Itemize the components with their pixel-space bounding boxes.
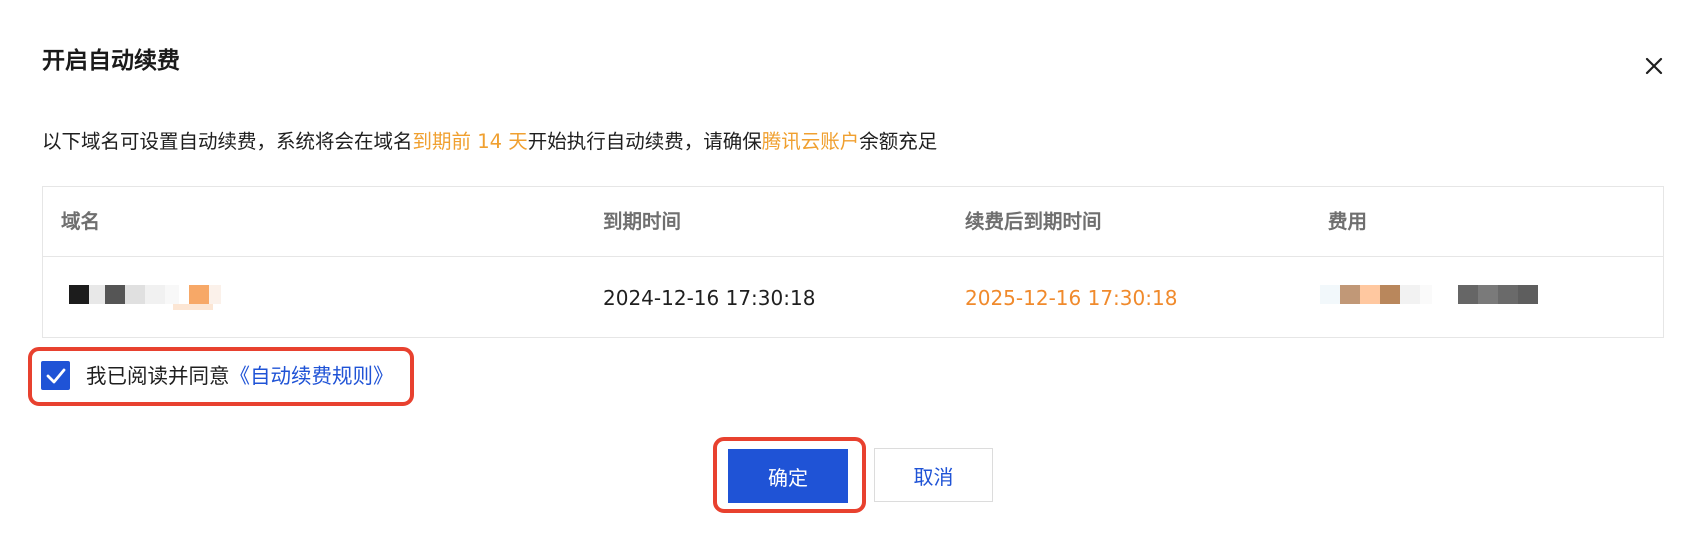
- agreement-label: 我已阅读并同意《自动续费规则》: [86, 359, 394, 393]
- agreement-text: 我已阅读并同意: [86, 364, 230, 388]
- auto-renew-dialog: 开启自动续费 以下域名可设置自动续费，系统将会在域名到期前 14 天开始执行自动…: [0, 0, 1702, 542]
- column-header-domain: 域名: [61, 210, 101, 233]
- domain-table: 域名 到期时间 续费后到期时间 费用 2024-12-16 17:30:18 2…: [42, 186, 1664, 338]
- column-header-renewed-expire-time: 续费后到期时间: [965, 210, 1102, 233]
- column-header-expire-time: 到期时间: [603, 210, 682, 233]
- column-header-fee: 费用: [1328, 210, 1368, 233]
- description-highlight-days: 到期前 14 天: [412, 130, 528, 153]
- check-icon: [46, 368, 65, 383]
- close-icon: [1645, 57, 1663, 75]
- confirm-button[interactable]: 确定: [728, 449, 848, 503]
- description-text-1: 以下域名可设置自动续费，系统将会在域名: [42, 130, 413, 153]
- cancel-button[interactable]: 取消: [874, 448, 993, 502]
- description-text-3: 余额充足: [859, 130, 938, 153]
- renewal-rules-link[interactable]: 《自动续费规则》: [230, 364, 394, 388]
- renewal-description: 以下域名可设置自动续费，系统将会在域名到期前 14 天开始执行自动续费，请确保腾…: [42, 125, 937, 159]
- agreement-checkbox[interactable]: [41, 361, 70, 390]
- domain-cell-redacted: [63, 285, 243, 311]
- description-highlight-account: 腾讯云账户: [761, 130, 860, 153]
- close-button[interactable]: [1636, 48, 1672, 84]
- table-header: 域名 到期时间 续费后到期时间 费用: [43, 187, 1663, 257]
- description-text-2: 开始执行自动续费，请确保: [527, 130, 762, 153]
- renewed-expire-time-cell: 2025-12-16 17:30:18: [965, 286, 1178, 310]
- fee-cell-redacted: [1318, 285, 1558, 311]
- table-row: 2024-12-16 17:30:18 2025-12-16 17:30:18: [43, 257, 1663, 339]
- dialog-title: 开启自动续费: [42, 48, 180, 74]
- expire-time-cell: 2024-12-16 17:30:18: [603, 286, 816, 310]
